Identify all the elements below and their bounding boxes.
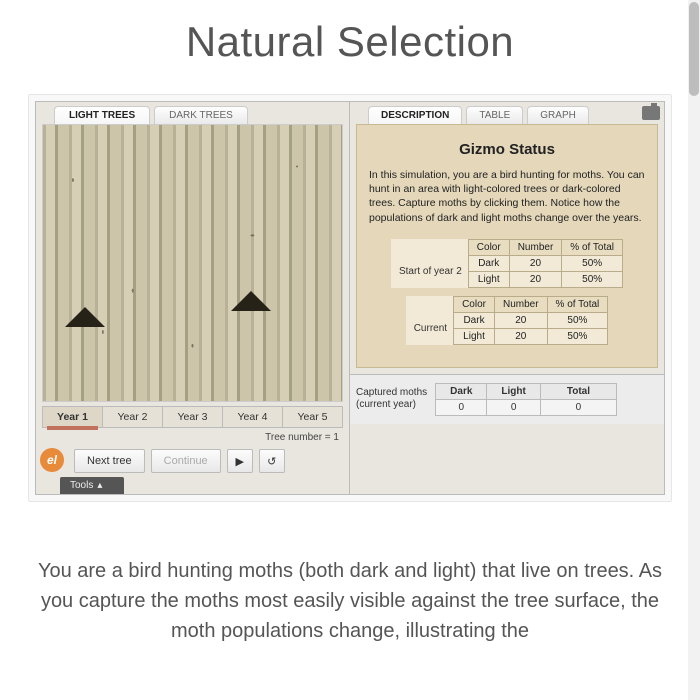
left-pane: LIGHT TREES DARK TREES Year 1 Year 2 Yea… [36, 102, 350, 494]
body-paragraph: You are a bird hunting moths (both dark … [0, 522, 700, 646]
tab-light-trees[interactable]: LIGHT TREES [54, 106, 150, 124]
col-number: Number [494, 296, 547, 312]
tab-table[interactable]: TABLE [466, 106, 523, 124]
tab-graph[interactable]: GRAPH [527, 106, 589, 124]
gizmo-logo-icon: el [40, 448, 64, 472]
col-pct: % of Total [562, 239, 623, 255]
year-selector: Year 1 Year 2 Year 3 Year 4 Year 5 [42, 406, 343, 428]
captured-label: Captured moths (current year) [356, 387, 427, 411]
status-title: Gizmo Status [369, 141, 645, 158]
play-icon: ▶ [235, 455, 243, 468]
tools-label: Tools [70, 480, 93, 491]
col-color: Color [468, 239, 509, 255]
year-2[interactable]: Year 2 [103, 407, 163, 427]
tree-speckle [43, 125, 342, 401]
col-number: Number [509, 239, 562, 255]
table2-label: Current [406, 312, 454, 344]
camera-icon[interactable] [642, 106, 660, 120]
tree-canvas[interactable] [42, 124, 343, 402]
next-tree-button[interactable]: Next tree [74, 449, 145, 473]
moth-dark[interactable] [65, 307, 105, 327]
reset-button[interactable]: ↺ [259, 449, 285, 473]
gizmo-card: LIGHT TREES DARK TREES Year 1 Year 2 Yea… [28, 94, 672, 502]
start-year-table: Color Number % of Total Start of year 2 … [391, 239, 623, 288]
table1-label: Start of year 2 [391, 255, 468, 287]
description-panel: Gizmo Status In this simulation, you are… [356, 124, 658, 368]
tools-button[interactable]: Tools ▴ [60, 477, 124, 494]
moth-dark[interactable] [231, 291, 271, 311]
continue-button[interactable]: Continue [151, 449, 221, 473]
tree-number-label: Tree number = 1 [36, 428, 349, 445]
page-scrollbar[interactable] [688, 0, 700, 700]
col-pct: % of Total [547, 296, 608, 312]
year-4[interactable]: Year 4 [223, 407, 283, 427]
undo-icon: ↺ [267, 455, 276, 468]
tree-tabs: LIGHT TREES DARK TREES [36, 102, 349, 124]
current-table: Color Number % of Total Current Dark 20 … [406, 296, 609, 345]
page-title: Natural Selection [0, 0, 700, 94]
play-button[interactable]: ▶ [227, 449, 253, 473]
chevron-up-icon: ▴ [97, 480, 102, 491]
year-1[interactable]: Year 1 [43, 407, 103, 427]
status-text: In this simulation, you are a bird hunti… [369, 168, 645, 225]
tab-dark-trees[interactable]: DARK TREES [154, 106, 248, 124]
captured-table: Dark Light Total 0 0 0 [435, 383, 617, 416]
year-3[interactable]: Year 3 [163, 407, 223, 427]
col-color: Color [454, 296, 495, 312]
gizmo-frame: LIGHT TREES DARK TREES Year 1 Year 2 Yea… [35, 101, 665, 495]
info-tabs: DESCRIPTION TABLE GRAPH [350, 102, 664, 124]
right-pane: DESCRIPTION TABLE GRAPH Gizmo Status In … [350, 102, 664, 494]
left-controls: Next tree Continue ▶ ↺ el Tools ▴ [36, 445, 349, 494]
tab-description[interactable]: DESCRIPTION [368, 106, 462, 124]
scroll-thumb[interactable] [689, 2, 699, 96]
year-5[interactable]: Year 5 [283, 407, 342, 427]
captured-panel: Captured moths (current year) Dark Light… [350, 374, 664, 424]
